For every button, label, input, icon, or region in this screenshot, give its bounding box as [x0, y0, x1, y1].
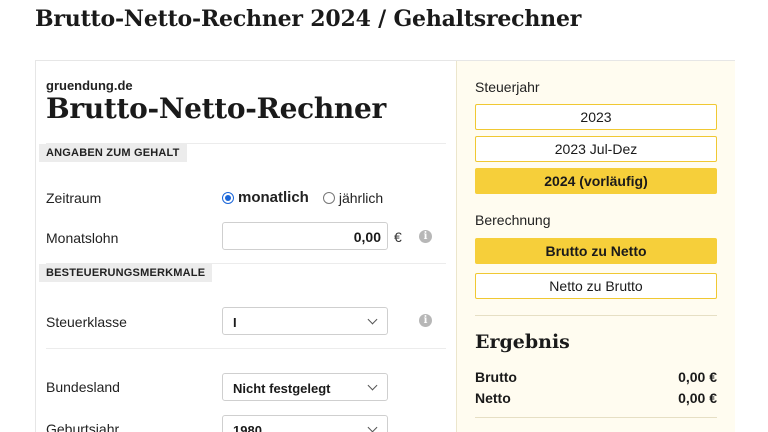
state-select[interactable]: Nicht festgelegt	[222, 373, 388, 401]
info-icon[interactable]: i	[419, 314, 432, 327]
calculator-card: gruendung.de Brutto-Netto-Rechner ANGABE…	[35, 60, 735, 432]
radio-monthly-label[interactable]: monatlich	[238, 189, 309, 206]
tax-class-value: I	[233, 315, 237, 330]
chevron-down-icon	[367, 314, 378, 325]
radio-monthly[interactable]	[222, 191, 234, 204]
net-to-gross-button[interactable]: Netto zu Brutto	[475, 273, 717, 299]
state-value: Nicht festgelegt	[233, 381, 331, 396]
result-gross-value: 0,00 €	[678, 369, 717, 385]
info-icon[interactable]: i	[419, 230, 432, 243]
result-net-value: 0,00 €	[678, 390, 717, 406]
tax-year-label: Steuerjahr	[475, 79, 540, 95]
tax-year-2023-jul-dec-button[interactable]: 2023 Jul-Dez	[475, 136, 717, 162]
tax-year-2023-button[interactable]: 2023	[475, 104, 717, 130]
tax-class-select[interactable]: I	[222, 307, 388, 335]
radio-yearly-label[interactable]: jährlich	[339, 190, 383, 206]
section-tag-salary: ANGABEN ZUM GEHALT	[39, 144, 187, 162]
calculator-title: Brutto-Netto-Rechner	[46, 92, 386, 125]
divider	[475, 417, 717, 418]
calculation-label: Berechnung	[475, 212, 551, 228]
birth-year-label: Geburtsjahr	[46, 421, 120, 432]
result-row-gross: Brutto 0,00 €	[475, 369, 717, 385]
period-radio-group: monatlich jährlich	[222, 189, 397, 206]
radio-yearly[interactable]	[322, 191, 335, 204]
currency-unit: €	[394, 229, 402, 245]
salary-label: Monatslohn	[46, 230, 119, 246]
result-title: Ergebnis	[475, 331, 570, 353]
chevron-down-icon	[367, 380, 378, 391]
page-title: Brutto-Netto-Rechner 2024 / Gehaltsrechn…	[35, 6, 582, 32]
divider	[46, 348, 446, 349]
divider	[475, 315, 717, 316]
result-gross-label: Brutto	[475, 369, 517, 385]
salary-input[interactable]: 0,00	[222, 222, 388, 250]
state-label: Bundesland	[46, 379, 120, 395]
section-tag-tax: BESTEUERUNGSMERKMALE	[39, 264, 213, 282]
settings-panel: Steuerjahr 2023 2023 Jul-Dez 2024 (vorlä…	[456, 61, 735, 432]
birth-year-select[interactable]: 1980	[222, 415, 388, 432]
tax-class-label: Steuerklasse	[46, 314, 127, 330]
input-panel: gruendung.de Brutto-Netto-Rechner ANGABE…	[36, 61, 456, 432]
result-net-label: Netto	[475, 390, 511, 406]
period-label: Zeitraum	[46, 190, 102, 206]
chevron-down-icon	[367, 422, 378, 432]
birth-year-value: 1980	[233, 423, 262, 432]
result-row-net: Netto 0,00 €	[475, 390, 717, 406]
brand-label: gruendung.de	[46, 78, 133, 93]
tax-year-2024-button[interactable]: 2024 (vorläufig)	[475, 168, 717, 194]
gross-to-net-button[interactable]: Brutto zu Netto	[475, 238, 717, 264]
